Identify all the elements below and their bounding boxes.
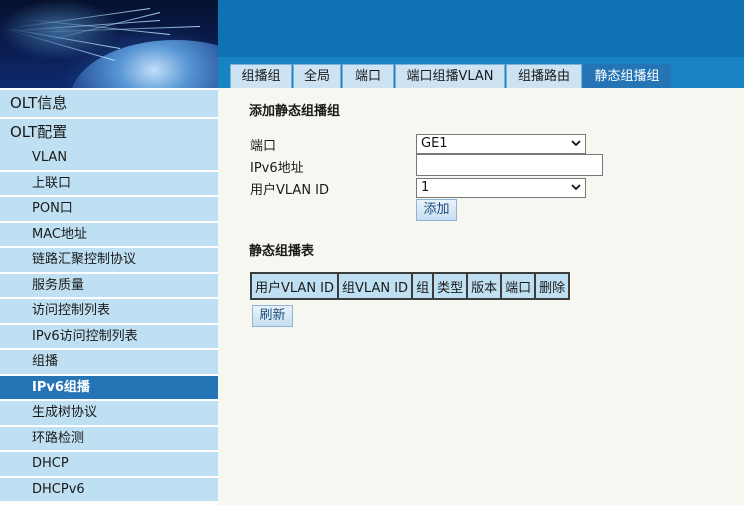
app-root: 组播组 全局 端口 端口组播VLAN 组播路由 静态组播组 OLT信息 OLT配… — [0, 0, 744, 505]
user-vlan-id-value: 1 — [421, 180, 430, 195]
sidebar-item-mac-address[interactable]: MAC地址 — [0, 222, 218, 248]
sidebar-item-ipv6-acl[interactable]: IPv6访问控制列表 — [0, 324, 218, 350]
static-multicast-table-title: 静态组播表 — [249, 244, 315, 259]
tab-port-multicast-vlan[interactable]: 端口组播VLAN — [395, 64, 505, 88]
sidebar-item-loop-detect[interactable]: 环路检测 — [0, 426, 218, 452]
ipv6-address-label: IPv6地址 — [250, 161, 304, 176]
sidebar-item-dhcp[interactable]: DHCP — [0, 452, 218, 478]
chevron-down-icon — [571, 184, 581, 191]
col-user-vlan-id: 用户VLAN ID — [252, 274, 338, 298]
user-vlan-id-select[interactable]: 1 — [416, 178, 586, 198]
tab-static-multicast-group[interactable]: 静态组播组 — [583, 64, 671, 88]
top-bar — [218, 0, 744, 57]
ipv6-address-input[interactable] — [416, 154, 603, 176]
tab-global[interactable]: 全局 — [293, 64, 341, 88]
chevron-down-icon — [571, 140, 581, 147]
sidebar-item-dhcpv6[interactable]: DHCPv6 — [0, 477, 218, 503]
sidebar-item-acl[interactable]: 访问控制列表 — [0, 299, 218, 325]
banner-image — [0, 0, 218, 88]
sidebar-item-pon-port[interactable]: PON口 — [0, 197, 218, 223]
main-panel: 添加静态组播组 端口 GE1 IPv6地址 用户VLAN ID 1 添加 静态组… — [218, 88, 744, 505]
col-delete: 删除 — [536, 274, 569, 298]
sidebar-item-olt-config[interactable]: OLT配置 — [0, 119, 218, 148]
port-select-value: GE1 — [421, 136, 448, 151]
sidebar-item-vlan[interactable]: VLAN — [0, 146, 218, 172]
globe-graphic — [70, 40, 218, 88]
port-select[interactable]: GE1 — [416, 134, 586, 154]
tab-multicast-group[interactable]: 组播组 — [230, 64, 292, 88]
tab-multicast-route[interactable]: 组播路由 — [506, 64, 582, 88]
sidebar-item-lacp[interactable]: 链路汇聚控制协议 — [0, 248, 218, 274]
tab-port[interactable]: 端口 — [342, 64, 394, 88]
col-port: 端口 — [502, 274, 535, 298]
add-static-group-title: 添加静态组播组 — [249, 104, 341, 119]
static-multicast-table: 用户VLAN ID 组VLAN ID 组 类型 版本 端口 删除 — [250, 272, 571, 300]
sidebar-item-stp[interactable]: 生成树协议 — [0, 401, 218, 427]
sidebar: OLT信息 OLT配置 VLAN 上联口 PON口 MAC地址 链路汇聚控制协议… — [0, 88, 218, 505]
col-group: 组 — [413, 274, 433, 298]
port-label: 端口 — [250, 139, 277, 154]
user-vlan-id-label: 用户VLAN ID — [250, 183, 330, 198]
sidebar-item-olt-info[interactable]: OLT信息 — [0, 90, 218, 119]
sidebar-item-multicast[interactable]: 组播 — [0, 350, 218, 376]
add-button[interactable]: 添加 — [416, 199, 457, 221]
col-group-vlan-id: 组VLAN ID — [339, 274, 412, 298]
sidebar-item-ipv6-multicast[interactable]: IPv6组播 — [0, 375, 218, 401]
col-type: 类型 — [434, 274, 467, 298]
table-header-row: 用户VLAN ID 组VLAN ID 组 类型 版本 端口 删除 — [252, 274, 569, 298]
refresh-button[interactable]: 刷新 — [252, 305, 293, 327]
sidebar-item-qos[interactable]: 服务质量 — [0, 273, 218, 299]
col-version: 版本 — [468, 274, 501, 298]
sidebar-item-uplink[interactable]: 上联口 — [0, 171, 218, 197]
